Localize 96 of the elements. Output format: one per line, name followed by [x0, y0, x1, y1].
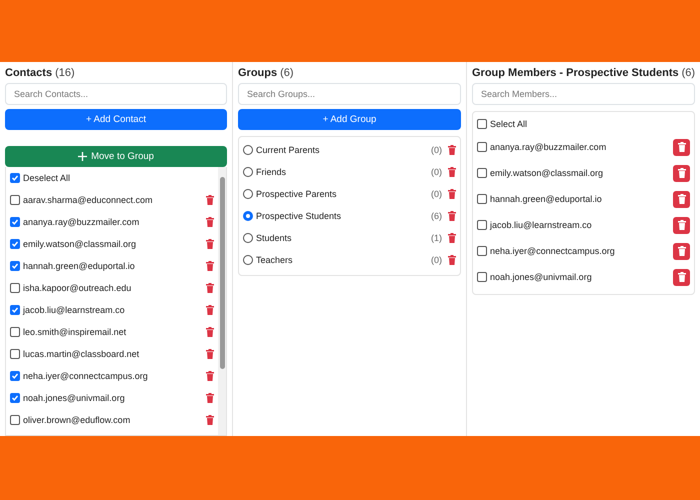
trash-icon[interactable]	[448, 189, 456, 199]
trash-icon[interactable]	[206, 371, 214, 381]
trash-icon[interactable]	[206, 327, 214, 337]
group-name: Teachers	[256, 255, 294, 265]
member-count: (6)	[431, 211, 442, 221]
trash-icon[interactable]	[206, 349, 214, 359]
trash-icon	[678, 194, 686, 204]
checkbox[interactable]	[477, 246, 487, 256]
contact-email: hannah.green@eduportal.io	[23, 261, 136, 271]
move-to-group-button[interactable]: Move to Group	[5, 146, 227, 167]
radio-button[interactable]	[243, 233, 253, 243]
contact-email: lucas.martin@classboard.net	[23, 349, 140, 359]
trash-icon[interactable]	[206, 195, 214, 205]
trash-icon[interactable]	[448, 211, 456, 221]
radio-button[interactable]	[243, 167, 253, 177]
trash-icon[interactable]	[206, 393, 214, 403]
checkbox[interactable]	[477, 168, 487, 178]
checkbox[interactable]	[10, 349, 20, 359]
checkbox[interactable]	[477, 194, 487, 204]
member-email: ananya.ray@buzzmailer.com	[490, 142, 608, 152]
search-field[interactable]: Search Members...	[472, 83, 695, 105]
checkbox[interactable]	[10, 283, 20, 293]
trash-icon	[678, 246, 686, 256]
checkbox[interactable]	[477, 119, 487, 129]
trash-icon[interactable]	[448, 255, 456, 265]
contact-email: emily.watson@classmail.org	[23, 239, 138, 249]
trash-icon[interactable]	[206, 415, 214, 425]
member-email: jacob.liu@learnstream.co	[490, 220, 593, 230]
trash-icon[interactable]	[206, 239, 214, 249]
trash-icon[interactable]	[206, 305, 214, 315]
member-count: (0)	[431, 167, 442, 177]
group-name: Prospective Students	[256, 211, 342, 221]
scrollbar[interactable]	[218, 167, 226, 435]
checkbox-label: Deselect All	[23, 173, 72, 183]
trash-icon[interactable]	[448, 233, 456, 243]
contact-email: oliver.brown@eduflow.com	[23, 415, 132, 425]
panel-title: Group Members - Prospective Students (6)	[472, 67, 695, 79]
trash-icon	[678, 142, 686, 152]
checkbox[interactable]	[10, 393, 20, 403]
member-email: hannah.green@eduportal.io	[490, 194, 603, 204]
member-count: (0)	[431, 145, 442, 155]
group-name: Students	[256, 233, 293, 243]
radio-button[interactable]	[243, 211, 253, 221]
contact-email: isha.kapoor@outreach.edu	[23, 283, 132, 293]
trash-icon	[678, 220, 686, 230]
radio-button[interactable]	[243, 189, 253, 199]
trash-icon[interactable]	[448, 145, 456, 155]
radio-button[interactable]	[243, 145, 253, 155]
contact-email: neha.iyer@connectcampus.org	[23, 371, 149, 381]
contact-email: noah.jones@univmail.org	[23, 393, 126, 403]
contact-email: ananya.ray@buzzmailer.com	[23, 217, 140, 227]
radio-button[interactable]	[243, 255, 253, 265]
checkbox[interactable]	[10, 327, 20, 337]
panel-title: Groups (6)	[238, 67, 295, 79]
trash-icon	[678, 272, 686, 282]
group-name: Prospective Parents	[256, 189, 338, 199]
checkbox[interactable]	[477, 272, 487, 282]
member-email: emily.watson@classmail.org	[490, 168, 604, 178]
search-field[interactable]: Search Contacts...	[5, 83, 227, 105]
group-name: Current Parents	[256, 145, 321, 155]
add-group-button[interactable]: + Add Group	[238, 109, 461, 130]
delete-button[interactable]	[673, 242, 690, 260]
checkbox[interactable]	[10, 239, 20, 249]
trash-icon[interactable]	[206, 217, 214, 227]
contact-email: leo.smith@inspiremail.net	[23, 327, 128, 337]
checkbox[interactable]	[10, 261, 20, 271]
group-name: Friends	[256, 167, 288, 177]
delete-button[interactable]	[673, 190, 690, 208]
checkbox[interactable]	[477, 220, 487, 230]
checkbox-label: Select All	[490, 119, 528, 129]
member-count: (0)	[431, 255, 442, 265]
member-count: (1)	[431, 233, 442, 243]
add-contact-button[interactable]: + Add Contact	[5, 109, 227, 130]
trash-icon[interactable]	[448, 167, 456, 177]
delete-button[interactable]	[673, 164, 690, 182]
checkbox[interactable]	[10, 415, 20, 425]
checkbox[interactable]	[10, 195, 20, 205]
trash-icon	[678, 168, 686, 178]
panel-title: Contacts (16)	[5, 67, 76, 79]
checkbox[interactable]	[477, 142, 487, 152]
delete-button[interactable]	[673, 138, 690, 156]
trash-icon[interactable]	[206, 283, 214, 293]
checkbox[interactable]	[10, 305, 20, 315]
member-email: noah.jones@univmail.org	[490, 272, 593, 282]
plus-icon	[78, 152, 88, 161]
delete-button[interactable]	[673, 268, 690, 286]
checkbox[interactable]	[10, 173, 20, 183]
member-count: (0)	[431, 189, 442, 199]
contact-email: jacob.liu@learnstream.co	[23, 305, 126, 315]
checkbox[interactable]	[10, 217, 20, 227]
checkbox[interactable]	[10, 371, 20, 381]
search-field[interactable]: Search Groups...	[238, 83, 461, 105]
member-email: neha.iyer@connectcampus.org	[490, 246, 616, 256]
contact-email: aarav.sharma@educonnect.com	[23, 195, 154, 205]
delete-button[interactable]	[673, 216, 690, 234]
trash-icon[interactable]	[206, 261, 214, 271]
